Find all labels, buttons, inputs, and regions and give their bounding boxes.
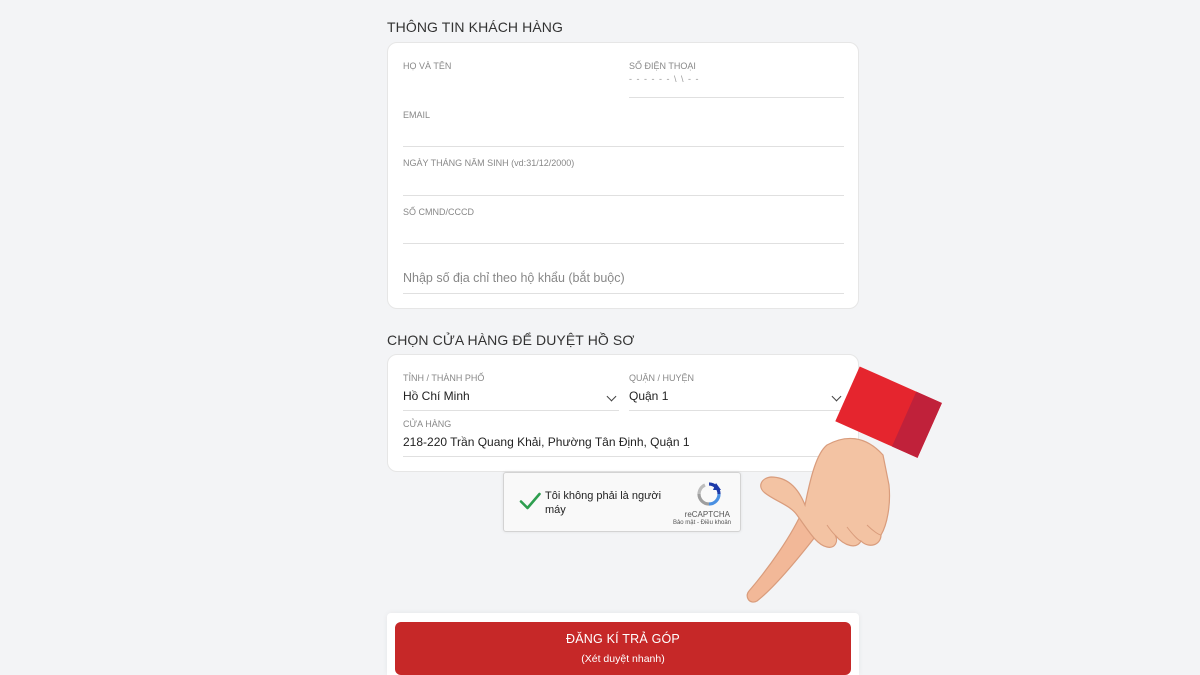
phone-label: SỐ ĐIỆN THOẠI xyxy=(629,61,696,71)
recaptcha-links: Bảo mật - Điều khoản xyxy=(673,520,731,526)
province-value: Hồ Chí Minh xyxy=(403,389,470,403)
pointing-hand-illustration xyxy=(746,366,942,603)
register-installment-button[interactable]: ĐĂNG KÍ TRẢ GÓP (Xét duyệt nhanh) xyxy=(395,622,851,675)
store-value: 218-220 Trần Quang Khải, Phường Tân Định… xyxy=(403,435,690,449)
recaptcha-widget: Tôi không phải là người máy reCAPTCHA Bả… xyxy=(503,472,741,532)
address-placeholder: Nhập số địa chỉ theo hộ khẩu (bắt buộc) xyxy=(403,271,625,285)
id-number-field[interactable]: SỐ CMND/CCCD xyxy=(403,205,844,244)
recaptcha-logo-icon xyxy=(697,482,721,506)
phone-field[interactable]: SỐ ĐIỆN THOẠI - - - - - - \ \ - - xyxy=(629,58,844,98)
recaptcha-label: Tôi không phải là người máy xyxy=(545,490,662,516)
register-button-sublabel: (Xét duyệt nhanh) xyxy=(581,653,665,665)
terms-link[interactable]: Điều khoản xyxy=(701,520,731,526)
checkmark-icon[interactable] xyxy=(518,489,542,513)
privacy-link[interactable]: Bảo mật xyxy=(673,520,695,526)
full-name-field[interactable]: HỌ VÀ TÊN xyxy=(403,58,619,98)
register-button-label: ĐĂNG KÍ TRẢ GÓP xyxy=(566,632,680,646)
dob-field[interactable]: NGÀY THÁNG NĂM SINH (vd:31/12/2000) xyxy=(403,156,844,196)
phone-masked-value: - - - - - - \ \ - - xyxy=(629,74,700,84)
recaptcha-brand: reCAPTCHA xyxy=(684,510,730,519)
address-field[interactable]: Nhập số địa chỉ theo hộ khẩu (bắt buộc) xyxy=(403,265,844,294)
chevron-down-icon xyxy=(606,391,617,402)
district-value: Quận 1 xyxy=(629,389,669,403)
store-section-title: CHỌN CỬA HÀNG ĐỂ DUYỆT HỒ SƠ xyxy=(387,332,635,348)
id-number-label: SỐ CMND/CCCD xyxy=(403,207,474,217)
store-label: CỬA HÀNG xyxy=(403,419,452,429)
district-label: QUẬN / HUYỆN xyxy=(629,373,695,383)
full-name-label: HỌ VÀ TÊN xyxy=(403,61,452,71)
customer-info-title: THÔNG TIN KHÁCH HÀNG xyxy=(387,19,563,35)
email-label: EMAIL xyxy=(403,110,431,120)
dob-label: NGÀY THÁNG NĂM SINH (vd:31/12/2000) xyxy=(403,158,575,168)
province-select[interactable]: TỈNH / THÀNH PHỐ Hồ Chí Minh xyxy=(403,371,619,411)
email-field[interactable]: EMAIL xyxy=(403,107,844,147)
province-label: TỈNH / THÀNH PHỐ xyxy=(403,373,485,383)
submit-panel: ĐĂNG KÍ TRẢ GÓP (Xét duyệt nhanh) xyxy=(387,613,859,675)
customer-info-card: HỌ VÀ TÊN SỐ ĐIỆN THOẠI - - - - - - \ \ … xyxy=(387,42,859,309)
